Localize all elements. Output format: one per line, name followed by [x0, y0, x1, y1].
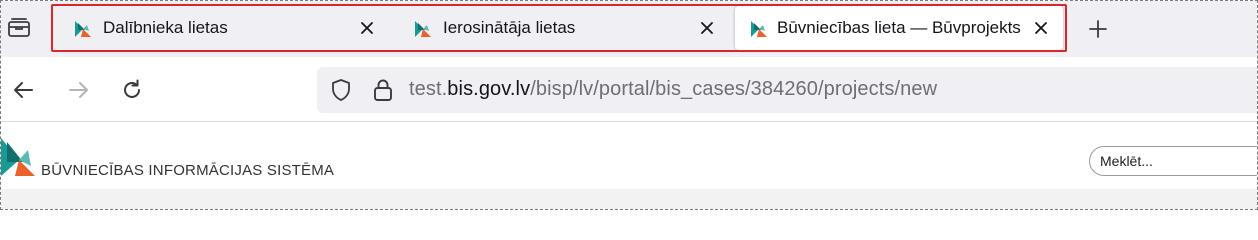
new-tab-button[interactable] [1085, 16, 1111, 42]
back-button[interactable] [9, 75, 39, 105]
tab-close-button[interactable] [697, 18, 717, 38]
tab-title: Būvniecības lieta — Būvprojekts [777, 18, 1021, 37]
page-header-band [1, 189, 1257, 209]
tab-strip: Dalībnieka lietas Ierosinātāja lietas Bū… [1, 1, 1257, 57]
page-content: BŪVNIECĪBAS INFORMĀCIJAS SISTĒMA [1, 122, 1257, 209]
arrow-right-icon [69, 82, 88, 98]
address-bar[interactable]: test.bis.gov.lv/bisp/lv/portal/bis_cases… [317, 67, 1257, 113]
tab-list-button[interactable] [5, 14, 33, 42]
bis-logo-icon [1, 138, 35, 176]
tab-dalibnieka-lietas[interactable]: Dalībnieka lietas [55, 6, 395, 50]
tab-list-icon [8, 18, 30, 37]
tracking-protection-shield-icon[interactable] [329, 78, 353, 102]
url-path: /bisp/lv/portal/bis_cases/384260/project… [530, 78, 938, 100]
lock-icon[interactable] [371, 77, 395, 103]
tab-title: Ierosinātāja lietas [443, 18, 576, 37]
reload-button[interactable] [117, 75, 147, 105]
tab-title: Dalībnieka lietas [103, 18, 228, 37]
close-icon [701, 22, 713, 34]
close-icon [1035, 22, 1047, 34]
forward-button[interactable] [63, 75, 93, 105]
plus-icon [1089, 20, 1107, 38]
bis-favicon-icon [75, 21, 91, 37]
arrow-left-icon [14, 82, 33, 98]
search-input[interactable] [1089, 146, 1257, 176]
tab-buvniecibas-lieta[interactable]: Būvniecības lieta — Būvprojekts [735, 6, 1063, 50]
tab-close-button[interactable] [357, 18, 377, 38]
browser-window: Dalībnieka lietas Ierosinātāja lietas Bū… [0, 0, 1258, 210]
tab-ierosinataja-lietas[interactable]: Ierosinātāja lietas [395, 6, 733, 50]
reload-icon [124, 79, 140, 98]
bis-favicon-icon [415, 21, 431, 37]
bis-favicon-icon [751, 21, 767, 37]
navigation-toolbar: test.bis.gov.lv/bisp/lv/portal/bis_cases… [1, 57, 1257, 122]
site-title: BŪVNIECĪBAS INFORMĀCIJAS SISTĒMA [41, 162, 335, 179]
close-icon [361, 22, 373, 34]
url-text: test.bis.gov.lv/bisp/lv/portal/bis_cases… [409, 78, 937, 101]
url-domain: bis.gov.lv [447, 78, 531, 100]
url-prefix: test. [409, 78, 448, 100]
tab-close-button[interactable] [1031, 18, 1051, 38]
